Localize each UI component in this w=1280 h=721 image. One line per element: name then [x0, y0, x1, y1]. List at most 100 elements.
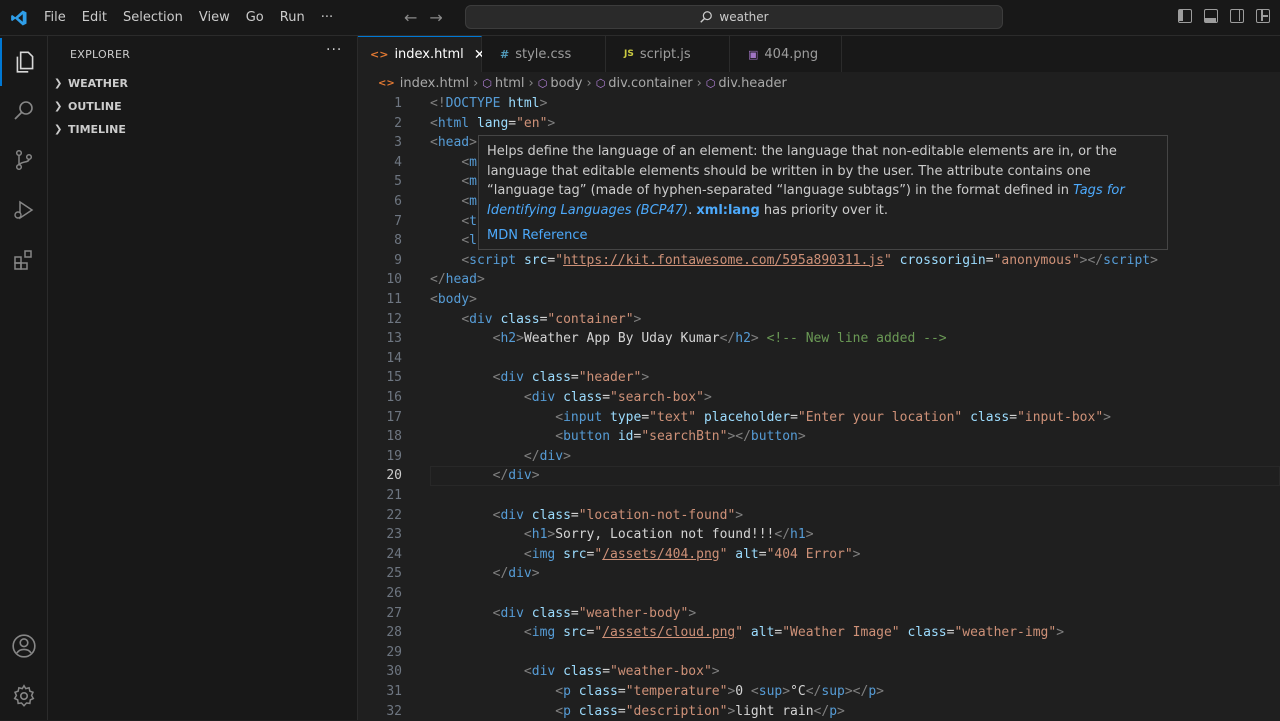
toggle-primary-sidebar-icon[interactable]	[1178, 9, 1192, 23]
extensions-activity[interactable]	[0, 236, 48, 284]
files-icon	[16, 51, 34, 73]
chevron-right-icon: ›	[528, 75, 534, 91]
menu-run[interactable]: Run	[272, 0, 313, 36]
line-number: 6	[394, 194, 402, 209]
vscode-logo-icon[interactable]	[10, 9, 28, 27]
code-token: html	[437, 115, 470, 131]
source-control-activity[interactable]	[0, 136, 48, 184]
code-token: div	[500, 605, 524, 621]
code-token: <	[750, 684, 759, 699]
code-text: <m	[430, 153, 477, 173]
line-number: 15	[386, 370, 402, 386]
menu-more[interactable]: ···	[313, 0, 341, 36]
breadcrumb-body[interactable]: ⬡ body	[538, 76, 583, 91]
menu-go[interactable]: Go	[238, 0, 272, 36]
breadcrumb-div-container[interactable]: ⬡ div.container	[596, 76, 693, 91]
code-token: <	[461, 252, 470, 268]
code-text: <m	[430, 172, 477, 192]
tab-index-html[interactable]: <> index.html ✕	[358, 36, 485, 72]
code-token: <	[523, 546, 532, 562]
chevron-right-icon: ❯	[54, 100, 63, 112]
code-token: =	[617, 684, 626, 699]
code-token: >	[735, 507, 744, 523]
command-center-search[interactable]: weather	[465, 5, 1003, 29]
tab-404-png[interactable]: ▣ 404.png	[730, 36, 842, 72]
breadcrumb-html[interactable]: ⬡ html	[482, 76, 524, 91]
code-token: <	[555, 409, 564, 425]
section-label: OUTLINE	[68, 99, 122, 113]
code-token: Weather App By Uday Kumar	[523, 331, 720, 347]
code-token: head	[445, 272, 477, 288]
code-text: <button id="searchBtn"></button>	[430, 427, 805, 447]
code-line: 25 </div>	[358, 564, 1280, 584]
code-token: >	[750, 331, 759, 347]
back-arrow-icon[interactable]: ←	[404, 8, 417, 27]
toggle-secondary-sidebar-icon[interactable]	[1230, 9, 1244, 23]
manage-activity[interactable]	[0, 672, 48, 720]
tab-script-js[interactable]: JS script.js	[606, 36, 730, 72]
line-number: 3	[394, 135, 402, 151]
forward-arrow-icon[interactable]: →	[429, 8, 442, 27]
section-outline[interactable]: ❯ OUTLINE	[54, 95, 122, 117]
toggle-panel-icon[interactable]	[1204, 9, 1218, 23]
code-token: input	[563, 409, 603, 425]
section-timeline[interactable]: ❯ TIMELINE	[54, 118, 126, 140]
menu-edit[interactable]: Edit	[74, 0, 115, 36]
code-token: "text"	[649, 409, 697, 425]
code-token: <	[555, 684, 564, 699]
menu-selection[interactable]: Selection	[115, 0, 191, 36]
code-token: img	[531, 546, 556, 562]
sidebar-more-actions[interactable]: ···	[326, 42, 342, 58]
code-line: 22 <div class="location-not-found">	[358, 506, 1280, 526]
code-token: >	[531, 566, 540, 582]
line-number: 29	[386, 644, 402, 660]
customize-layout-icon[interactable]	[1256, 9, 1270, 23]
code-token: <	[523, 527, 532, 543]
hover-tooltip: Helps define the language of an element:…	[478, 135, 1168, 250]
code-token: >	[539, 96, 548, 111]
code-line: 31 <p class="temperature">0 <sup>°C</sup…	[358, 682, 1280, 702]
tab-label: index.html	[394, 47, 464, 62]
code-token: <	[461, 194, 470, 209]
line-number: 1	[394, 96, 402, 111]
accounts-activity[interactable]	[0, 622, 48, 670]
mdn-reference-link[interactable]: MDN Reference	[487, 226, 1159, 246]
code-token: >	[516, 331, 524, 347]
code-token: <	[555, 429, 564, 445]
line-number: 23	[386, 527, 402, 543]
code-token: "	[735, 625, 744, 641]
breadcrumb-file[interactable]: <> index.html	[378, 76, 469, 91]
breadcrumb-div-header[interactable]: ⬡ div.header	[706, 76, 787, 91]
tab-style-css[interactable]: # style.css	[482, 36, 606, 72]
code-text: <p class="description">light rain</p>	[430, 702, 845, 721]
run-debug-activity[interactable]	[0, 186, 48, 234]
menu-view[interactable]: View	[191, 0, 238, 36]
line-number: 11	[386, 292, 402, 307]
code-token: <	[523, 664, 532, 680]
html-file-icon: <>	[370, 48, 389, 61]
symbol-cube-icon: ⬡	[537, 76, 548, 90]
section-weather[interactable]: ❯ WEATHER	[54, 72, 128, 94]
code-token: div	[508, 468, 532, 484]
search-activity[interactable]	[0, 86, 48, 134]
line-number: 20	[386, 468, 402, 484]
explorer-activity[interactable]	[0, 38, 48, 86]
code-line: 16 <div class="search-box">	[358, 388, 1280, 408]
code-line: 2 <html lang="en">	[358, 114, 1280, 134]
code-token: >	[641, 370, 650, 386]
code-token: sup	[821, 684, 845, 699]
symbol-cube-icon: ⬡	[595, 76, 606, 90]
code-token: https://kit.fontawesome.com/595a890311.j…	[563, 252, 884, 268]
code-token: "en"	[516, 115, 548, 131]
code-text: <img src="/assets/cloud.png" alt="Weathe…	[430, 623, 1064, 643]
menu-file[interactable]: File	[36, 0, 74, 36]
code-line: 19 </div>	[358, 447, 1280, 467]
